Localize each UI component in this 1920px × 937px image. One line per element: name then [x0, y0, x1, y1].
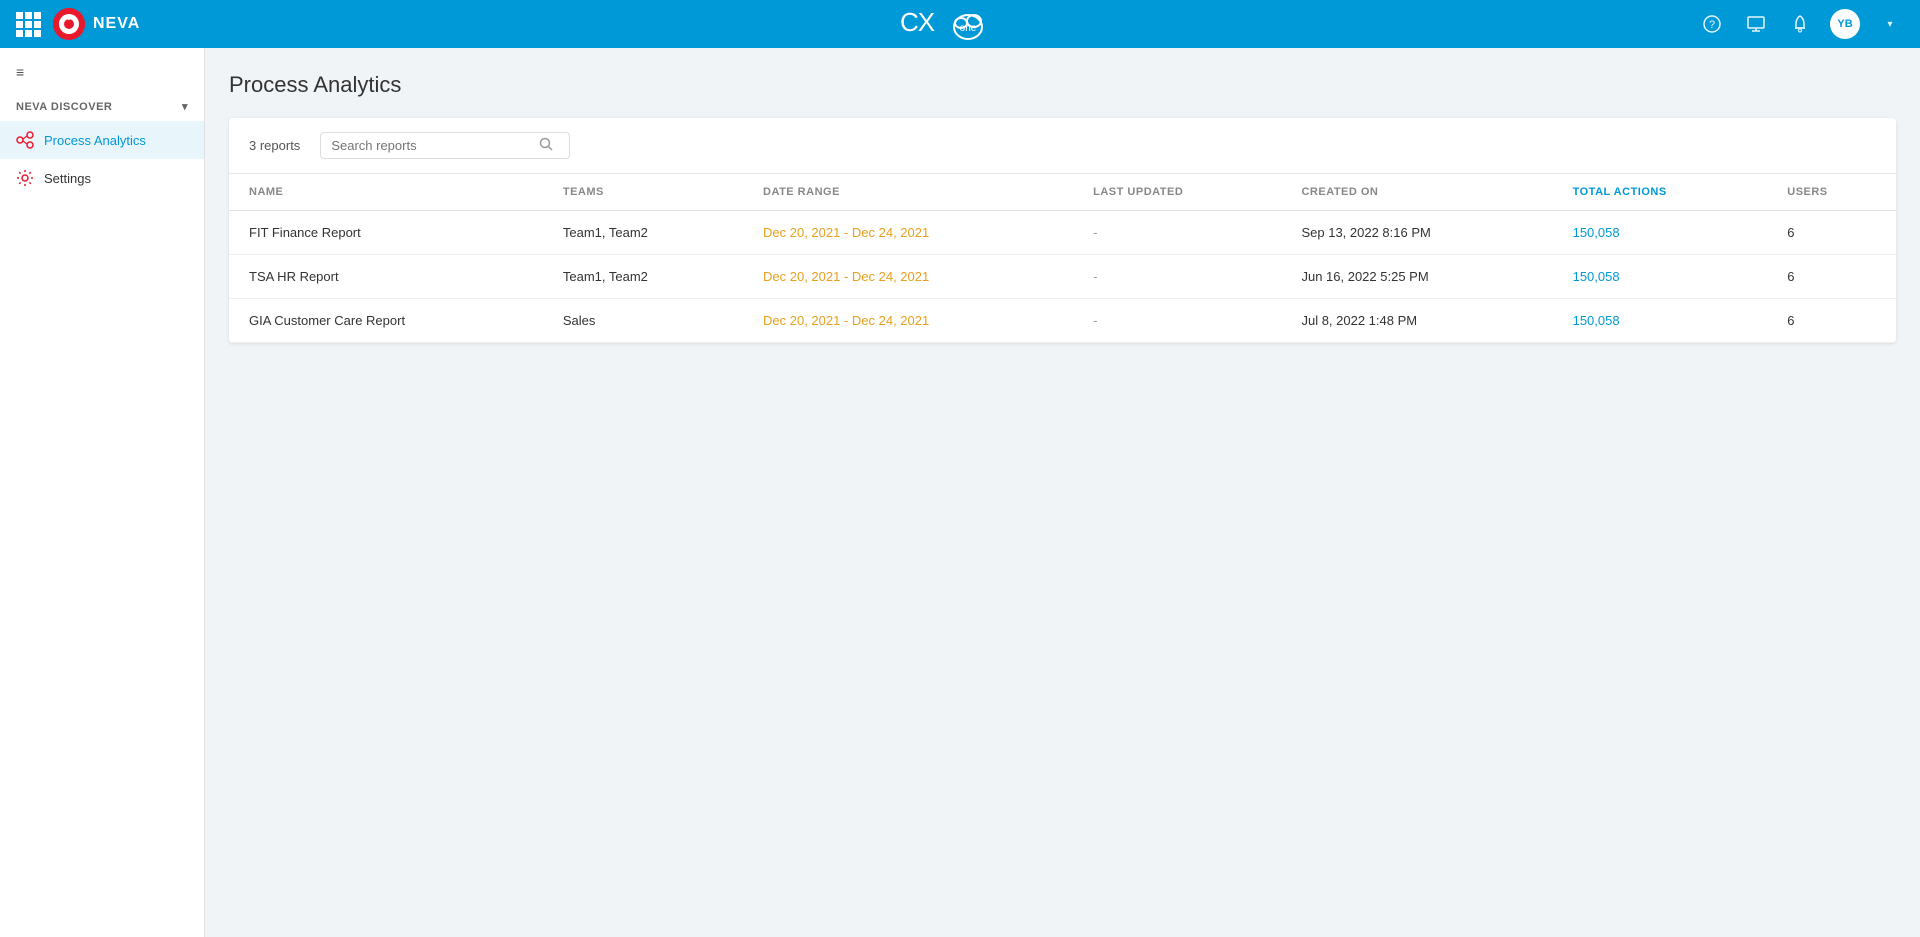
sidebar: ≡ NEVA DISCOVER ▾ Process Analytics	[0, 48, 205, 937]
cell-last-updated: -	[1073, 211, 1281, 255]
cell-created-on: Sep 13, 2022 8:16 PM	[1281, 211, 1552, 255]
cell-users: 6	[1767, 299, 1896, 343]
sidebar-item-settings[interactable]: Settings	[0, 159, 204, 197]
cell-users: 6	[1767, 255, 1896, 299]
cxone-svg: CX one	[900, 5, 1020, 41]
report-count: 3 reports	[249, 138, 300, 153]
neva-logo-icon	[53, 8, 85, 40]
svg-text:CX: CX	[900, 7, 935, 37]
sidebar-item-label-settings: Settings	[44, 171, 91, 186]
cell-name: FIT Finance Report	[229, 211, 543, 255]
user-dropdown-arrow[interactable]: ▾	[1876, 10, 1904, 38]
main-content: Process Analytics 3 reports	[205, 48, 1920, 937]
cell-teams: Sales	[543, 299, 743, 343]
app-grid-icon[interactable]	[16, 12, 41, 37]
report-card: 3 reports NAME TE	[229, 118, 1896, 343]
svg-text:one: one	[960, 23, 977, 34]
col-header-name: NAME	[229, 174, 543, 211]
sidebar-item-label-process-analytics: Process Analytics	[44, 133, 146, 148]
cell-teams: Team1, Team2	[543, 211, 743, 255]
bell-icon[interactable]	[1786, 10, 1814, 38]
sidebar-section-neva-discover[interactable]: NEVA DISCOVER ▾	[0, 92, 204, 121]
cell-date-range: Dec 20, 2021 - Dec 24, 2021	[743, 299, 1073, 343]
cell-total-actions: 150,058	[1553, 211, 1768, 255]
top-navigation: NEVA CX one ?	[0, 0, 1920, 48]
table-body: FIT Finance Report Team1, Team2 Dec 20, …	[229, 211, 1896, 343]
sidebar-item-process-analytics[interactable]: Process Analytics	[0, 121, 204, 159]
sidebar-section-label: NEVA DISCOVER	[16, 101, 112, 113]
search-icon	[539, 137, 553, 154]
cell-users: 6	[1767, 211, 1896, 255]
sidebar-hamburger[interactable]: ≡	[0, 56, 204, 92]
cell-total-actions: 150,058	[1553, 255, 1768, 299]
page-title: Process Analytics	[229, 72, 1896, 98]
cell-total-actions: 150,058	[1553, 299, 1768, 343]
cell-teams: Team1, Team2	[543, 255, 743, 299]
table-row[interactable]: FIT Finance Report Team1, Team2 Dec 20, …	[229, 211, 1896, 255]
report-card-header: 3 reports	[229, 118, 1896, 174]
cell-created-on: Jul 8, 2022 1:48 PM	[1281, 299, 1552, 343]
col-header-created-on: CREATED ON	[1281, 174, 1552, 211]
nav-left: NEVA	[16, 8, 140, 40]
cell-name: TSA HR Report	[229, 255, 543, 299]
cell-date-range: Dec 20, 2021 - Dec 24, 2021	[743, 255, 1073, 299]
cell-last-updated: -	[1073, 255, 1281, 299]
monitor-icon[interactable]	[1742, 10, 1770, 38]
neva-label: NEVA	[93, 15, 140, 33]
table-row[interactable]: TSA HR Report Team1, Team2 Dec 20, 2021 …	[229, 255, 1896, 299]
cell-date-range: Dec 20, 2021 - Dec 24, 2021	[743, 211, 1073, 255]
cell-name: GIA Customer Care Report	[229, 299, 543, 343]
col-header-last-updated: LAST UPDATED	[1073, 174, 1281, 211]
svg-text:?: ?	[1709, 19, 1715, 31]
cell-created-on: Jun 16, 2022 5:25 PM	[1281, 255, 1552, 299]
col-header-total-actions: TOTAL ACTIONS	[1553, 174, 1768, 211]
cxone-logo: CX one	[900, 5, 1020, 44]
user-avatar[interactable]: YB	[1830, 9, 1860, 39]
neva-logo: NEVA	[53, 8, 140, 40]
settings-icon	[16, 169, 34, 187]
sidebar-section-arrow: ▾	[182, 100, 188, 113]
col-header-users: USERS	[1767, 174, 1896, 211]
nav-right: ? YB ▾	[1698, 9, 1904, 39]
cell-last-updated: -	[1073, 299, 1281, 343]
report-table: NAME TEAMS DATE RANGE LAST UPDATED CREAT…	[229, 174, 1896, 343]
report-table-container: NAME TEAMS DATE RANGE LAST UPDATED CREAT…	[229, 174, 1896, 343]
col-header-date-range: DATE RANGE	[743, 174, 1073, 211]
process-analytics-icon	[16, 131, 34, 149]
search-container	[320, 132, 570, 159]
help-icon[interactable]: ?	[1698, 10, 1726, 38]
table-row[interactable]: GIA Customer Care Report Sales Dec 20, 2…	[229, 299, 1896, 343]
table-header: NAME TEAMS DATE RANGE LAST UPDATED CREAT…	[229, 174, 1896, 211]
col-header-teams: TEAMS	[543, 174, 743, 211]
search-input[interactable]	[331, 138, 531, 153]
app-body: ≡ NEVA DISCOVER ▾ Process Analytics	[0, 48, 1920, 937]
